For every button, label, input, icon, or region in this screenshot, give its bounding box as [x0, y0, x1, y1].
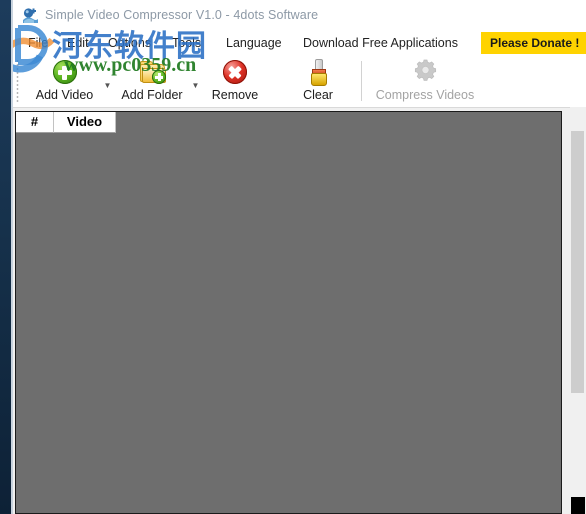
add-folder-icon	[137, 57, 167, 87]
video-list-body[interactable]	[16, 133, 561, 513]
menu-item-language[interactable]: Language	[224, 34, 284, 52]
add-video-icon	[50, 57, 80, 87]
add-video-label: Add Video	[35, 88, 94, 102]
add-folder-dropdown-icon[interactable]: ▼	[191, 81, 200, 90]
menu-item-options[interactable]: Options	[106, 34, 153, 52]
menu-item-tools[interactable]: Tools	[170, 34, 203, 52]
compress-videos-icon	[410, 57, 440, 87]
remove-button[interactable]: Remove	[204, 57, 266, 105]
toolbar: Add Video ▼ Add Folder ▼ Remove Clear Co…	[13, 55, 586, 108]
compress-videos-button[interactable]: Compress Videos	[366, 57, 484, 105]
video-list-panel: # Video	[13, 107, 569, 514]
scrollbar-thumb[interactable]	[571, 131, 584, 393]
app-icon	[22, 7, 39, 24]
menu-item-edit[interactable]: Edit	[65, 34, 91, 52]
menu-item-download-free-applications[interactable]: Download Free Applications	[301, 34, 460, 52]
window-frame-left-inner	[11, 0, 13, 514]
column-header-video[interactable]: Video	[54, 112, 116, 133]
clear-brush-icon	[303, 57, 333, 87]
scrollbar-lower-region	[571, 497, 585, 514]
toolbar-grip[interactable]	[16, 59, 19, 103]
window-title: Simple Video Compressor V1.0 - 4dots Sof…	[45, 8, 319, 22]
vertical-scrollbar[interactable]	[570, 107, 586, 514]
menu-bar: File Edit Options Tools Language Downloa…	[13, 31, 586, 55]
add-folder-button[interactable]: Add Folder	[113, 57, 191, 105]
menu-item-file[interactable]: File	[26, 34, 50, 52]
clear-label: Clear	[303, 88, 333, 102]
add-video-button[interactable]: Add Video	[27, 57, 102, 105]
add-video-dropdown-icon[interactable]: ▼	[103, 81, 112, 90]
clear-button[interactable]: Clear	[289, 57, 347, 105]
column-header-number[interactable]: #	[16, 112, 54, 133]
title-bar[interactable]: Simple Video Compressor V1.0 - 4dots Sof…	[13, 0, 586, 31]
compress-videos-label: Compress Videos	[375, 88, 475, 102]
remove-label: Remove	[211, 88, 259, 102]
application-window: Simple Video Compressor V1.0 - 4dots Sof…	[0, 0, 586, 514]
toolbar-separator	[361, 61, 362, 101]
video-list[interactable]: # Video	[15, 111, 562, 514]
add-folder-label: Add Folder	[121, 88, 183, 102]
remove-icon	[220, 57, 250, 87]
menu-item-please-donate[interactable]: Please Donate !	[481, 32, 586, 54]
video-list-header: # Video	[16, 112, 116, 133]
